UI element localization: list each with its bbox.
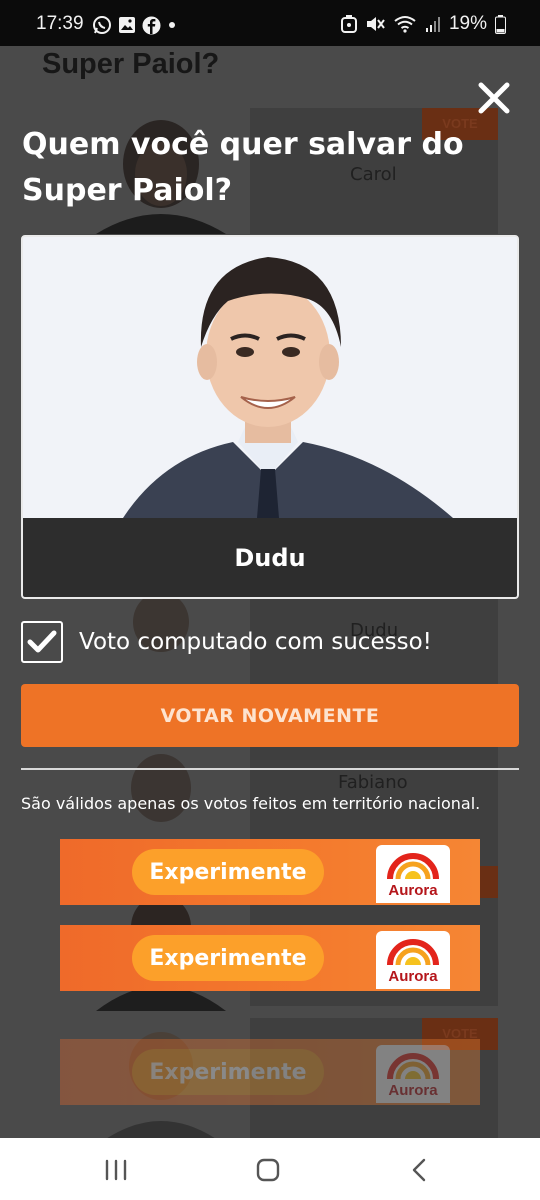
aurora-logo: Aurora (376, 845, 450, 903)
navigation-bar (0, 1138, 540, 1200)
ad-banner[interactable]: Experimente Aurora (60, 839, 480, 905)
selected-candidate-card: Dudu (21, 235, 519, 599)
battery-percent: 19% (448, 13, 487, 34)
ad-brand: Aurora (388, 968, 438, 985)
wifi-icon (394, 16, 416, 33)
divider (21, 768, 519, 770)
ad-brand: Aurora (388, 882, 438, 899)
candidate-photo (23, 237, 517, 518)
alarm-icon (340, 15, 357, 33)
aurora-sun-icon (387, 939, 439, 966)
candidate-name: Dudu (23, 518, 517, 597)
close-icon[interactable] (474, 78, 514, 118)
system-icons: 19% (340, 13, 506, 35)
aurora-sun-icon (387, 853, 439, 880)
vote-again-button[interactable]: VOTAR NOVAMENTE (21, 684, 519, 747)
facebook-icon (142, 16, 161, 34)
background-ad-banner: Experimente Aurora (60, 1039, 480, 1105)
gallery-icon (119, 17, 135, 33)
whatsapp-icon (93, 16, 111, 34)
ad-cta: Experimente (132, 1049, 324, 1095)
battery-icon (495, 14, 506, 34)
checkbox (21, 621, 63, 663)
mute-icon (366, 17, 385, 31)
background-candidate-name: Fabiano (338, 772, 408, 793)
recents-icon[interactable] (101, 1156, 131, 1184)
check-icon (27, 630, 57, 653)
dot-icon (169, 22, 175, 28)
ad-cta: Experimente (132, 935, 324, 981)
modal-title: Quem você quer salvar do Super Paiol? (22, 127, 464, 208)
status-bar: 17:39 19% (0, 0, 540, 46)
home-icon[interactable] (253, 1156, 283, 1184)
notification-icons (92, 15, 177, 35)
background-title: Super Paiol? (42, 48, 220, 80)
aurora-logo: Aurora (376, 1045, 450, 1103)
ad-brand: Aurora (388, 1082, 438, 1099)
aurora-sun-icon (387, 1053, 439, 1080)
aurora-logo: Aurora (376, 931, 450, 989)
status-time: 17:39 (36, 13, 84, 34)
disclaimer-text: São válidos apenas os votos feitos em te… (21, 794, 481, 813)
vote-confirmation: Voto computado com sucesso! (21, 620, 432, 664)
signal-icon (425, 17, 440, 32)
success-message: Voto computado com sucesso! (79, 629, 432, 655)
ad-cta: Experimente (132, 849, 324, 895)
back-icon[interactable] (405, 1156, 435, 1184)
ad-banner[interactable]: Experimente Aurora (60, 925, 480, 991)
